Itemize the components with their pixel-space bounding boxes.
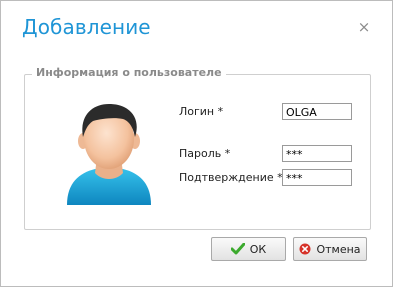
add-user-dialog: Добавление × Информация о пользователе Л… (0, 0, 393, 287)
login-input[interactable]: OLGA (282, 103, 352, 120)
checkmark-icon (230, 243, 245, 255)
cancel-icon (299, 243, 311, 255)
password-label: Пароль * (179, 147, 231, 160)
group-legend: Информация о пользователе (32, 66, 226, 79)
password-input[interactable]: *** (282, 145, 352, 162)
close-icon[interactable]: × (356, 19, 372, 35)
ok-label: ОК (249, 242, 267, 256)
user-avatar-icon (67, 103, 151, 205)
confirm-label: Подтверждение * (179, 171, 283, 184)
login-label: Логин * (179, 105, 224, 118)
confirm-password-input[interactable]: *** (282, 169, 352, 186)
cancel-label: Отмена (316, 242, 361, 256)
cancel-button[interactable]: Отмена (293, 237, 367, 261)
ok-button[interactable]: ОК (211, 237, 286, 261)
dialog-title: Добавление (22, 15, 151, 39)
